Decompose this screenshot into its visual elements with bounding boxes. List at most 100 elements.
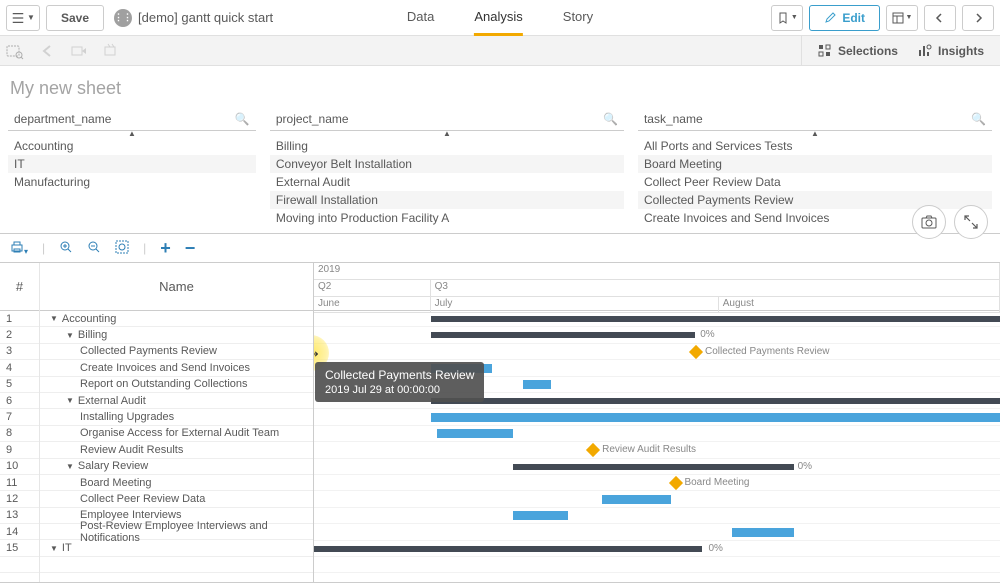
step-fwd-icon[interactable] — [70, 42, 88, 60]
bar-post-review[interactable] — [732, 528, 794, 537]
secondary-toolbar: Selections Insights — [0, 36, 1000, 66]
gantt-toolbar: ▾ | | + − — [0, 233, 1000, 263]
print-button[interactable]: ▾ — [10, 240, 28, 257]
row-number: 9 — [0, 442, 39, 458]
row-name-text: Post-Review Employee Interviews and Noti… — [80, 520, 309, 544]
clear-all-icon[interactable] — [102, 42, 120, 60]
row-name[interactable]: Board Meeting — [40, 475, 313, 491]
fullscreen-button[interactable] — [954, 205, 988, 239]
tab-data[interactable]: Data — [407, 0, 434, 36]
bar-accounting-summary[interactable] — [431, 316, 1000, 322]
tab-analysis[interactable]: Analysis — [474, 0, 522, 36]
filter-department-header[interactable]: department_name 🔍 — [8, 107, 256, 131]
row-name[interactable]: ▼Billing — [40, 327, 313, 343]
row-name[interactable]: Collect Peer Review Data — [40, 491, 313, 507]
chevron-right-icon — [973, 13, 983, 23]
time-q3: Q3 — [431, 280, 1000, 296]
row-name-text: External Audit — [78, 395, 146, 407]
filter-item[interactable]: Collected Payments Review — [638, 191, 992, 209]
row-name[interactable]: Report on Outstanding Collections — [40, 377, 313, 393]
expander-icon[interactable]: ▼ — [66, 396, 74, 405]
bar-salary-summary[interactable] — [513, 464, 794, 470]
smart-search-icon[interactable] — [6, 42, 24, 60]
filter-item[interactable]: Conveyor Belt Installation — [270, 155, 624, 173]
edit-button[interactable]: Edit — [809, 5, 880, 31]
filter-item[interactable]: Manufacturing — [8, 173, 256, 191]
row-name[interactable]: ▼ Accounting — [40, 311, 313, 327]
col-num-header: # — [0, 263, 39, 311]
row-name[interactable]: Review Audit Results — [40, 442, 313, 458]
sheets-button[interactable]: ▼ — [886, 5, 918, 31]
row-name-text: Collected Payments Review — [80, 345, 217, 357]
menu-button[interactable]: ▼ — [6, 5, 40, 31]
bar-tooltip: Collected Payments Review 2019 Jul 29 at… — [315, 362, 484, 402]
zoom-in-button[interactable] — [59, 240, 73, 257]
search-icon[interactable]: 🔍 — [971, 112, 986, 126]
row-name[interactable]: ▼ External Audit — [40, 393, 313, 409]
filter-item[interactable]: Firewall Installation — [270, 191, 624, 209]
filter-item[interactable]: IT — [8, 155, 256, 173]
filter-item[interactable]: External Audit — [270, 173, 624, 191]
bar-collect-peer[interactable] — [602, 495, 671, 504]
expander-icon[interactable]: ▼ — [66, 462, 74, 471]
row-number: 3 — [0, 344, 39, 360]
row-name[interactable]: ▼ Salary Review — [40, 459, 313, 475]
filter-project-header[interactable]: project_name 🔍 — [270, 107, 624, 131]
bar-installing-upgrades[interactable] — [431, 413, 1000, 422]
row-name-text: Report on Outstanding Collections — [80, 378, 248, 390]
filter-item[interactable]: All Ports and Services Tests — [638, 137, 992, 155]
milestone-label: Board Meeting — [684, 477, 749, 488]
row-number: 15 — [0, 540, 39, 556]
bar-employee-interviews[interactable] — [513, 511, 568, 520]
zoom-out-button[interactable] — [87, 240, 101, 257]
bar-it-summary[interactable] — [314, 546, 702, 552]
bar-organise-access[interactable] — [437, 429, 512, 438]
expander-icon[interactable]: ▼ — [50, 314, 58, 323]
filter-item[interactable]: Board Meeting — [638, 155, 992, 173]
insights-button[interactable]: Insights — [918, 44, 984, 58]
snapshot-button[interactable] — [912, 205, 946, 239]
save-button[interactable]: Save — [46, 5, 104, 31]
expander-icon[interactable]: ▼ — [66, 331, 74, 340]
row-name[interactable]: Collected Payments Review — [40, 344, 313, 360]
step-back-icon[interactable] — [38, 42, 56, 60]
bar-billing-summary[interactable] — [431, 332, 695, 338]
row-name[interactable]: Organise Access for External Audit Team — [40, 426, 313, 442]
row-name[interactable] — [40, 557, 313, 573]
filter-task-label: task_name — [644, 112, 703, 126]
milestone-label: Collected Payments Review — [705, 346, 830, 357]
time-header: 2019 Q2 Q3 June July August — [314, 263, 1000, 311]
milestone-board[interactable] — [669, 476, 683, 490]
view-tabs: Data Analysis Story — [407, 0, 593, 36]
bar-external-audit-summary[interactable] — [431, 398, 1000, 404]
row-name[interactable]: Post-Review Employee Interviews and Noti… — [40, 524, 313, 540]
row-name[interactable]: Installing Upgrades — [40, 409, 313, 425]
remove-button[interactable]: − — [185, 238, 196, 259]
search-icon[interactable]: 🔍 — [235, 112, 250, 126]
bookmark-button[interactable]: ▼ — [771, 5, 803, 31]
zoom-fit-button[interactable] — [115, 240, 129, 257]
search-icon[interactable]: 🔍 — [603, 112, 618, 126]
prev-sheet-button[interactable] — [924, 5, 956, 31]
selections-button[interactable]: Selections — [818, 44, 898, 58]
next-sheet-button[interactable] — [962, 5, 994, 31]
row-name-text: Salary Review — [78, 460, 148, 472]
row-name-text: Accounting — [62, 313, 116, 325]
bar-report-collections[interactable] — [523, 380, 550, 389]
filter-item[interactable]: Billing — [270, 137, 624, 155]
filter-item[interactable]: Collect Peer Review Data — [638, 173, 992, 191]
tab-story[interactable]: Story — [563, 0, 593, 36]
filter-item[interactable]: Moving into Production Facility A — [270, 209, 624, 227]
filter-item[interactable]: Accounting — [8, 137, 256, 155]
add-button[interactable]: + — [160, 238, 171, 259]
time-august: August — [719, 297, 1000, 312]
app-icon: ⋮⋮ — [114, 9, 132, 27]
document-title-text: [demo] gantt quick start — [138, 10, 273, 25]
filter-task-header[interactable]: task_name 🔍 — [638, 107, 992, 131]
row-name[interactable]: Create Invoices and Send Invoices — [40, 360, 313, 376]
milestone-review-audit[interactable] — [586, 443, 600, 457]
milestone-collected[interactable] — [689, 345, 703, 359]
expander-icon[interactable]: ▼ — [50, 544, 58, 553]
gantt-timeline[interactable]: 2019 Q2 Q3 June July August 0% Collected… — [314, 263, 1000, 582]
row-number: 1 — [0, 311, 39, 327]
